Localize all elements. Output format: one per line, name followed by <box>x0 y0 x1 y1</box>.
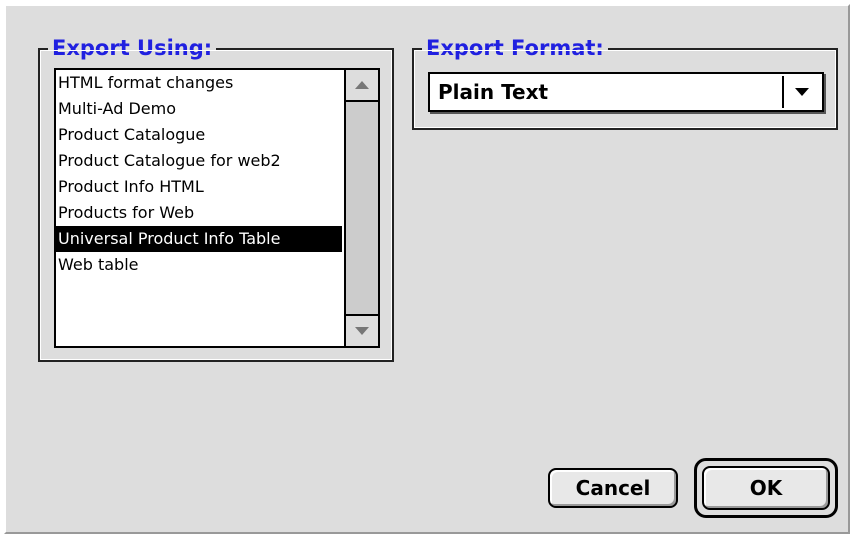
list-item[interactable]: Web table <box>56 252 342 278</box>
triangle-down-icon <box>795 88 809 96</box>
list-item[interactable]: Product Info HTML <box>56 174 342 200</box>
ok-button[interactable]: OK <box>702 466 830 510</box>
scroll-up-button[interactable] <box>346 70 378 102</box>
export-using-group: Export Using: HTML format changes Multi-… <box>38 35 394 362</box>
export-dialog: Export Using: HTML format changes Multi-… <box>4 4 850 534</box>
list-item[interactable]: Product Catalogue <box>56 122 342 148</box>
export-format-value: Plain Text <box>438 80 549 104</box>
list-item[interactable]: HTML format changes <box>56 70 342 96</box>
cancel-button[interactable]: Cancel <box>548 468 678 508</box>
list-item[interactable]: Product Catalogue for web2 <box>56 148 342 174</box>
list-item[interactable]: Products for Web <box>56 200 342 226</box>
popup-arrow-button[interactable] <box>782 76 820 108</box>
export-using-title: Export Using: <box>48 35 217 61</box>
export-using-listbox[interactable]: HTML format changes Multi-Ad Demo Produc… <box>54 68 380 348</box>
export-format-popup[interactable]: Plain Text <box>428 72 824 112</box>
list-item[interactable]: Universal Product Info Table <box>56 226 342 252</box>
triangle-down-icon <box>355 327 369 335</box>
scroll-down-button[interactable] <box>346 314 378 346</box>
export-using-list: HTML format changes Multi-Ad Demo Produc… <box>56 70 342 346</box>
triangle-up-icon <box>355 81 369 89</box>
list-scrollbar[interactable] <box>344 70 378 346</box>
scroll-track[interactable] <box>346 102 378 314</box>
export-format-group: Export Format: Plain Text <box>412 35 838 130</box>
export-format-title: Export Format: <box>422 35 608 61</box>
list-item[interactable]: Multi-Ad Demo <box>56 96 342 122</box>
